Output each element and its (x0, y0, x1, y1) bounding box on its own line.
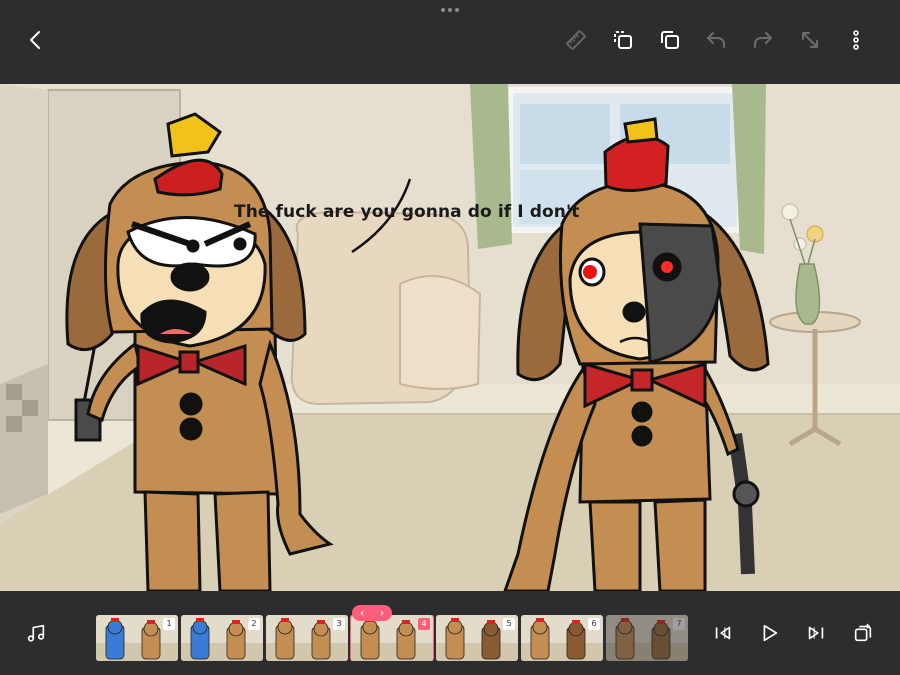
timeline-frame[interactable]: 6 (521, 615, 603, 661)
redo-button[interactable] (747, 24, 779, 56)
ruler-button[interactable] (560, 24, 592, 56)
skip-to-end-button[interactable] (800, 617, 832, 649)
back-button[interactable] (20, 24, 52, 56)
timeline-frame[interactable]: 4 (350, 615, 434, 661)
more-vertical-icon (853, 30, 859, 50)
frame-number: 6 (588, 618, 600, 630)
frame-number: 5 (503, 618, 515, 630)
frame-number: 2 (248, 618, 260, 630)
handle-next-icon[interactable]: › (380, 608, 384, 619)
drawing-canvas[interactable]: The fuck are you gonna do if I don't (0, 84, 900, 591)
bottom-timeline-bar: 1 2 3 4 5 6 7 ‹ › (0, 591, 900, 675)
ruler-icon (566, 30, 586, 50)
resize-button[interactable] (794, 24, 826, 56)
frame-number: 7 (673, 618, 685, 630)
duplicate-layer-icon (661, 31, 679, 49)
timeline-frame[interactable]: 5 (436, 615, 518, 661)
top-toolbar (0, 0, 900, 84)
frame-strip[interactable]: 1 2 3 4 5 6 7 (96, 615, 689, 661)
undo-icon (707, 32, 725, 48)
more-options-button[interactable] (840, 24, 872, 56)
skip-to-start-button[interactable] (707, 617, 739, 649)
resize-icon (802, 32, 818, 48)
copy-frame-button[interactable] (607, 24, 639, 56)
music-button[interactable] (20, 617, 52, 649)
window-grabber[interactable] (441, 8, 459, 14)
undo-button[interactable] (700, 24, 732, 56)
music-note-icon (27, 624, 45, 642)
timeline-frame[interactable]: 1 (96, 615, 178, 661)
play-button[interactable] (753, 617, 785, 649)
skip-to-start-icon (715, 626, 731, 640)
duplicate-layer-button[interactable] (654, 24, 686, 56)
play-icon (763, 624, 778, 642)
timeline-frame[interactable]: 7 (606, 615, 688, 661)
add-frame-icon (854, 623, 872, 642)
frame-number: 4 (418, 618, 430, 630)
redo-icon (754, 32, 772, 48)
frame-number: 3 (333, 618, 345, 630)
skip-to-end-icon (808, 626, 824, 640)
scene-drawing (0, 84, 900, 591)
copy-frame-icon (614, 31, 632, 49)
frame-number: 1 (163, 618, 175, 630)
timeline-frame[interactable]: 2 (181, 615, 263, 661)
frame-range-handle[interactable]: ‹ › (352, 605, 392, 621)
animation-editor: The fuck are you gonna do if I don't 1 2 3… (0, 0, 900, 675)
timeline-frame[interactable]: 3 (266, 615, 348, 661)
handle-prev-icon[interactable]: ‹ (360, 608, 364, 619)
add-frame-button[interactable] (847, 617, 879, 649)
chevron-left-icon (30, 31, 40, 49)
speech-text: The fuck are you gonna do if I don't (234, 202, 580, 222)
